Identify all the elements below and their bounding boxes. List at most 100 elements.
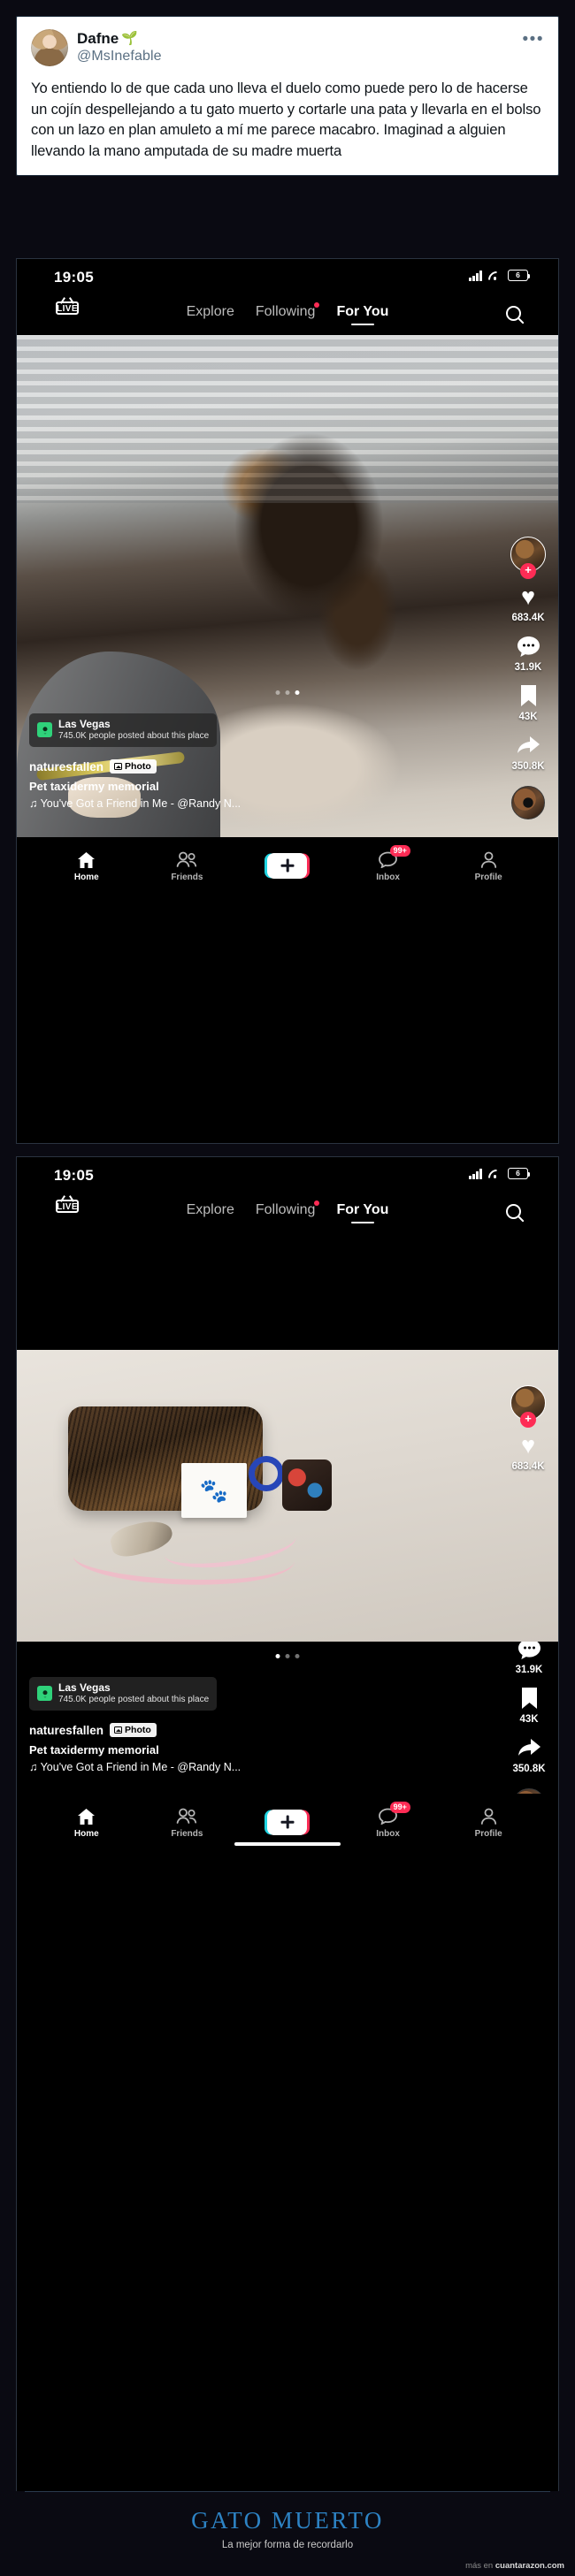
comment-button[interactable]: 31.9K bbox=[513, 632, 543, 673]
profile-icon bbox=[462, 849, 515, 871]
tab-for-you[interactable]: For You bbox=[336, 1202, 388, 1223]
create-plus-icon[interactable] bbox=[267, 1809, 308, 1835]
comment-count: 31.9K bbox=[514, 662, 542, 673]
nav-friends[interactable]: Friends bbox=[160, 849, 213, 882]
battery-icon: 6 bbox=[508, 1168, 531, 1179]
credit-site[interactable]: cuantarazon.com bbox=[495, 2561, 564, 2571]
caption-description: Pet taxidermy memorial bbox=[29, 1743, 159, 1757]
home-icon bbox=[60, 849, 113, 871]
nav-inbox[interactable]: 99+ Inbox bbox=[362, 1802, 415, 1839]
tweet-handle[interactable]: @MsInefable bbox=[77, 49, 162, 65]
location-chip-1[interactable]: Las Vegas 745.0K people posted about thi… bbox=[29, 713, 218, 747]
like-button[interactable]: ♥ 683.4K bbox=[511, 583, 544, 623]
nav-profile[interactable]: Profile bbox=[462, 1805, 515, 1839]
nav-inbox[interactable]: 99+ Inbox bbox=[362, 845, 415, 882]
creator-avatar[interactable]: + bbox=[510, 537, 546, 579]
tab-following[interactable]: Following bbox=[255, 302, 320, 325]
live-label: LIVE bbox=[57, 1201, 78, 1212]
video-area-2[interactable]: 🐾 + ♥ 683.4K bbox=[17, 1350, 558, 1642]
share-button[interactable]: 350.8K bbox=[511, 731, 545, 772]
taxidermy-photo: 🐾 bbox=[17, 1350, 558, 1642]
signal-icon bbox=[469, 1168, 482, 1179]
music-disc-icon[interactable] bbox=[511, 786, 545, 819]
caption-username[interactable]: naturesfallen bbox=[29, 1724, 104, 1737]
live-button[interactable]: LIVE bbox=[52, 1200, 82, 1213]
location-subtitle: 745.0K people posted about this place bbox=[58, 1694, 210, 1704]
window-blinds bbox=[17, 335, 558, 503]
status-bar: 19:05 6 bbox=[17, 259, 558, 296]
live-button[interactable]: LIVE bbox=[52, 301, 82, 315]
profile-icon bbox=[462, 1805, 515, 1827]
nav-friends[interactable]: Friends bbox=[160, 1805, 213, 1839]
pager-dot-active[interactable] bbox=[275, 1654, 280, 1658]
creator-avatar[interactable]: + bbox=[510, 1385, 546, 1428]
action-rail-2b: 31.9K 43K 350.8K bbox=[512, 1642, 546, 1794]
nav-home[interactable]: Home bbox=[60, 1805, 113, 1839]
like-count: 683.4K bbox=[511, 613, 545, 623]
paw-print-icon: 🐾 bbox=[199, 1477, 229, 1504]
location-chip-2[interactable]: Las Vegas 745.0K people posted about thi… bbox=[29, 1677, 218, 1711]
bookmark-button[interactable]: 43K bbox=[514, 1684, 544, 1725]
nav-create[interactable] bbox=[261, 852, 314, 879]
photo-icon bbox=[114, 1726, 123, 1734]
share-button[interactable]: 350.8K bbox=[512, 1734, 546, 1774]
comment-icon bbox=[513, 632, 543, 660]
tab-following-label: Following bbox=[255, 1202, 316, 1217]
action-rail-2a: + ♥ 683.4K bbox=[510, 1385, 546, 1479]
feed-tabs: Explore Following For You bbox=[17, 1200, 558, 1223]
nav-home[interactable]: Home bbox=[60, 849, 113, 882]
video-area-2-lower[interactable]: 31.9K 43K 350.8K Las Vegas 745.0K people… bbox=[17, 1642, 558, 1794]
pager-dot[interactable] bbox=[285, 690, 290, 695]
wifi-icon bbox=[488, 271, 502, 281]
inbox-badge: 99+ bbox=[389, 845, 410, 857]
patterned-pouch bbox=[282, 1459, 332, 1511]
bookmark-count: 43K bbox=[519, 1714, 539, 1725]
caption-username[interactable]: naturesfallen bbox=[29, 760, 104, 774]
location-pin-icon bbox=[37, 721, 52, 737]
battery-level: 6 bbox=[516, 1169, 520, 1178]
top-tab-bar: LIVE Explore Following For You bbox=[17, 296, 558, 335]
top-tab-bar: LIVE Explore Following For You bbox=[17, 1194, 558, 1233]
tab-following[interactable]: Following bbox=[255, 1200, 320, 1223]
tab-following-label: Following bbox=[255, 304, 316, 319]
create-plus-icon[interactable] bbox=[267, 852, 308, 879]
pager-dot[interactable] bbox=[275, 690, 280, 695]
follow-plus-icon[interactable]: + bbox=[520, 1412, 536, 1428]
nav-profile[interactable]: Profile bbox=[462, 849, 515, 882]
tiktok-screenshot-2: 19:05 6 LIVE Explore Following For You 🐾… bbox=[16, 1156, 559, 2495]
tab-explore[interactable]: Explore bbox=[187, 304, 234, 325]
paw-print-card: 🐾 bbox=[181, 1463, 247, 1518]
pager-dot[interactable] bbox=[285, 1654, 290, 1658]
meme-page: ••• Dafne 🌱 @MsInefable Yo entiendo lo de… bbox=[0, 0, 575, 2576]
tweet-more-icon[interactable]: ••• bbox=[523, 31, 544, 48]
battery-level: 6 bbox=[516, 271, 520, 280]
heart-icon: ♥ bbox=[520, 1431, 536, 1459]
home-indicator bbox=[234, 1842, 341, 1846]
caption-music[interactable]: ♫ You've Got a Friend in Me - @Randy N..… bbox=[29, 797, 473, 810]
search-icon[interactable] bbox=[506, 306, 521, 321]
credit-prefix: más en bbox=[465, 2561, 495, 2571]
comment-icon bbox=[514, 1642, 544, 1663]
pager-dot[interactable] bbox=[295, 1654, 300, 1658]
nav-inbox-label: Inbox bbox=[376, 873, 400, 882]
signal-icon bbox=[469, 270, 482, 281]
share-count: 350.8K bbox=[512, 1764, 546, 1774]
caption-music[interactable]: ♫ You've Got a Friend in Me - @Randy N..… bbox=[29, 1761, 473, 1773]
caption-description: Pet taxidermy memorial bbox=[29, 780, 159, 793]
bookmark-button[interactable]: 43K bbox=[513, 682, 543, 722]
nav-profile-label: Profile bbox=[474, 1829, 502, 1839]
nav-create[interactable] bbox=[261, 1809, 314, 1835]
caption-user-row: naturesfallen Photo bbox=[29, 759, 473, 774]
like-button[interactable]: ♥ 683.4K bbox=[511, 1431, 544, 1472]
tab-explore[interactable]: Explore bbox=[187, 1202, 234, 1223]
music-disc-icon[interactable] bbox=[512, 1788, 546, 1794]
follow-plus-icon[interactable]: + bbox=[520, 563, 536, 579]
video-area-1[interactable]: + ♥ 683.4K 31.9K 43K 350.8K Las Vegas 74… bbox=[17, 335, 558, 837]
pager-dot-active[interactable] bbox=[295, 690, 300, 695]
tab-for-you[interactable]: For You bbox=[336, 304, 388, 325]
location-name: Las Vegas bbox=[58, 1681, 111, 1694]
search-icon[interactable] bbox=[506, 1204, 521, 1219]
live-label: LIVE bbox=[57, 303, 78, 314]
nav-friends-label: Friends bbox=[171, 873, 203, 882]
comment-button[interactable]: 31.9K bbox=[514, 1642, 544, 1675]
